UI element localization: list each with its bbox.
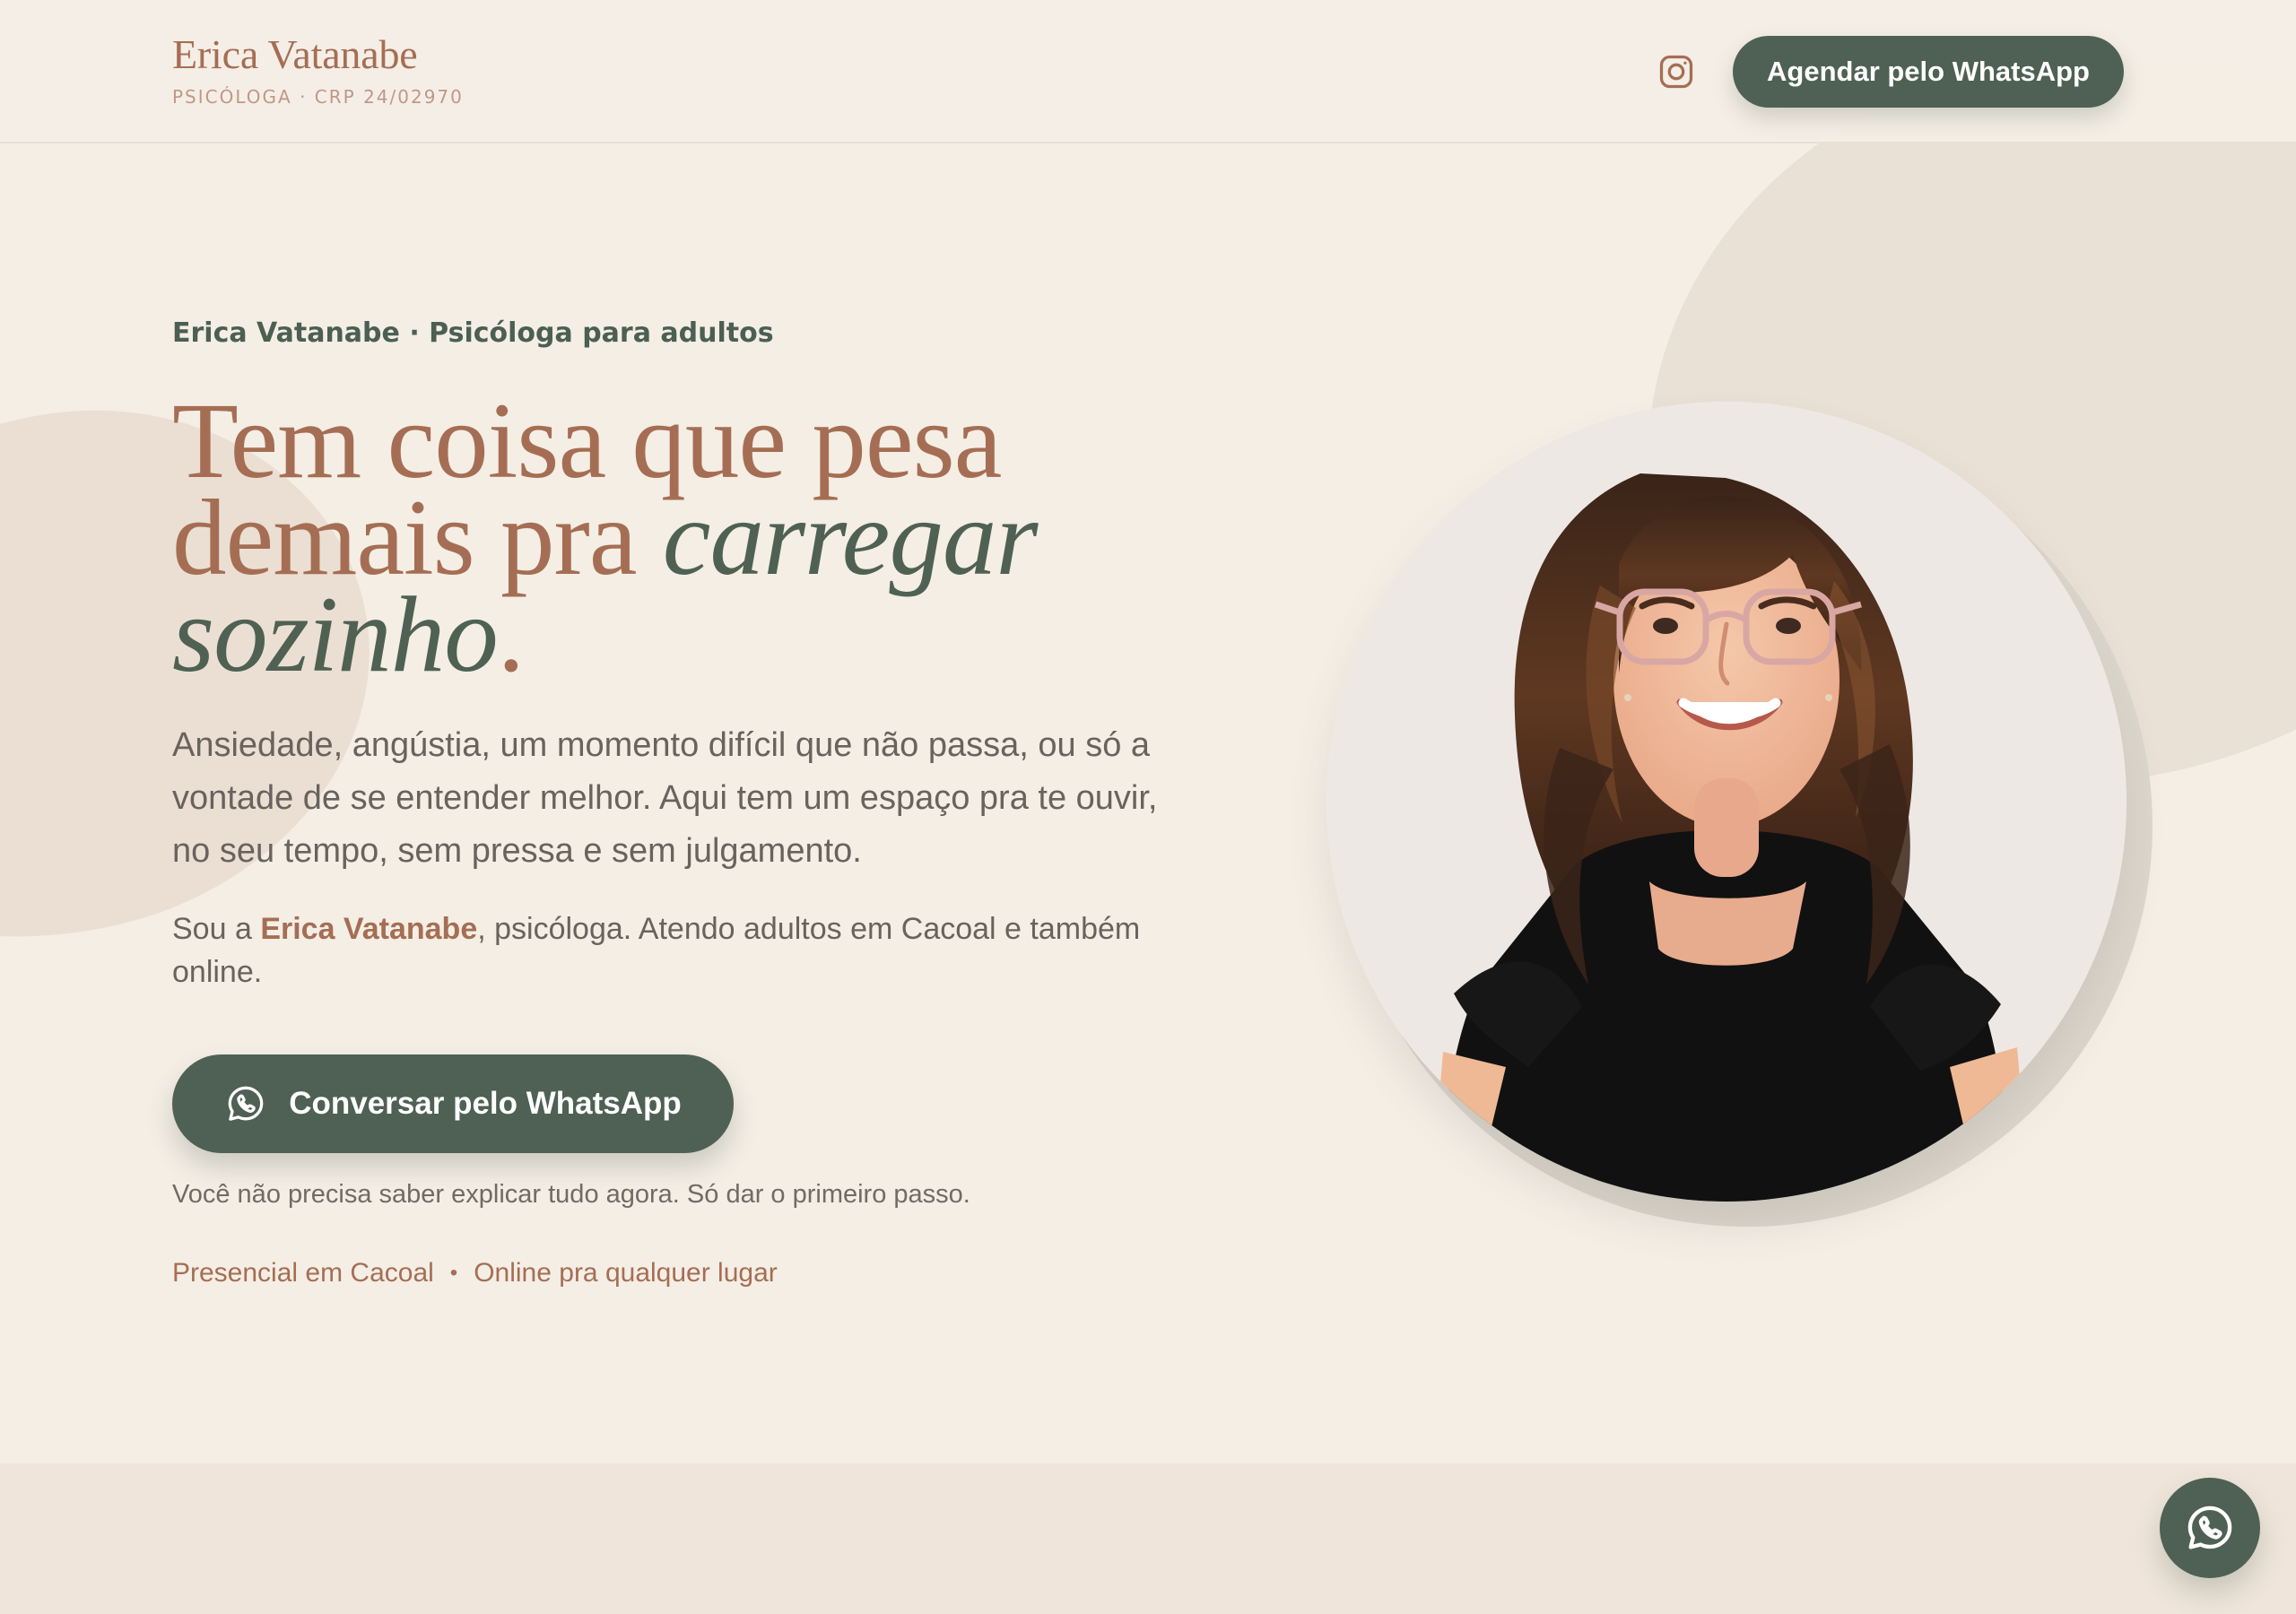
headline-accent-sozinho: sozinho <box>172 575 499 695</box>
portrait-photo <box>1326 402 2126 1202</box>
service-presencial: Presencial em Cacoal <box>172 1258 434 1288</box>
headline-accent-carregar: carregar <box>662 478 1039 598</box>
whatsapp-icon <box>2187 1506 2232 1549</box>
instagram-link[interactable] <box>1655 50 1698 93</box>
headline-line-1: Tem coisa que pesa <box>172 381 1002 501</box>
conversar-whatsapp-button-label: Conversar pelo WhatsApp <box>289 1086 682 1121</box>
next-section-background <box>0 1463 2296 1614</box>
schedule-whatsapp-button[interactable]: Agendar pelo WhatsApp <box>1733 36 2124 108</box>
service-separator: • <box>449 1261 458 1285</box>
service-online: Online pra qualquer lugar <box>474 1258 778 1288</box>
headline-line-3: sozinho. <box>172 581 1239 690</box>
floating-whatsapp-button[interactable] <box>2160 1478 2260 1578</box>
helper-text: Você não precisa saber explicar tudo ago… <box>172 1180 970 1209</box>
hero-introduction: Ansiedade, angústia, um momento difícil … <box>172 726 1158 870</box>
brand-name[interactable]: Erica Vatanabe <box>172 27 418 82</box>
hero-eyebrow: Erica Vatanabe · Psicóloga para adultos <box>172 317 774 349</box>
headline-period: . <box>497 575 525 695</box>
conversar-whatsapp-button[interactable]: Conversar pelo WhatsApp <box>172 1054 734 1153</box>
instagram-icon <box>1659 55 1693 89</box>
schedule-whatsapp-button-label: Agendar pelo WhatsApp <box>1767 56 2090 87</box>
bio-name: Erica Vatanabe <box>260 912 478 946</box>
service-options: Presencial em Cacoal • Online pra qualqu… <box>172 1255 1069 1291</box>
hero-headline: Tem coisa que pesa demais pra carregar s… <box>172 381 1239 690</box>
psychologist-portrait-illustration <box>1326 402 2126 1202</box>
brand-subtitle: PSICÓLOGA · CRP 24/02970 <box>172 86 464 108</box>
whatsapp-icon <box>228 1086 264 1121</box>
bio-prefix: Sou a <box>172 912 261 946</box>
headline-line-2: demais pra carregar <box>172 484 1239 593</box>
hero-bio: Sou a Erica Vatanabe, psicóloga. Atendo … <box>172 907 1195 994</box>
site-header: Erica Vatanabe PSICÓLOGA · CRP 24/02970 … <box>0 0 2296 143</box>
